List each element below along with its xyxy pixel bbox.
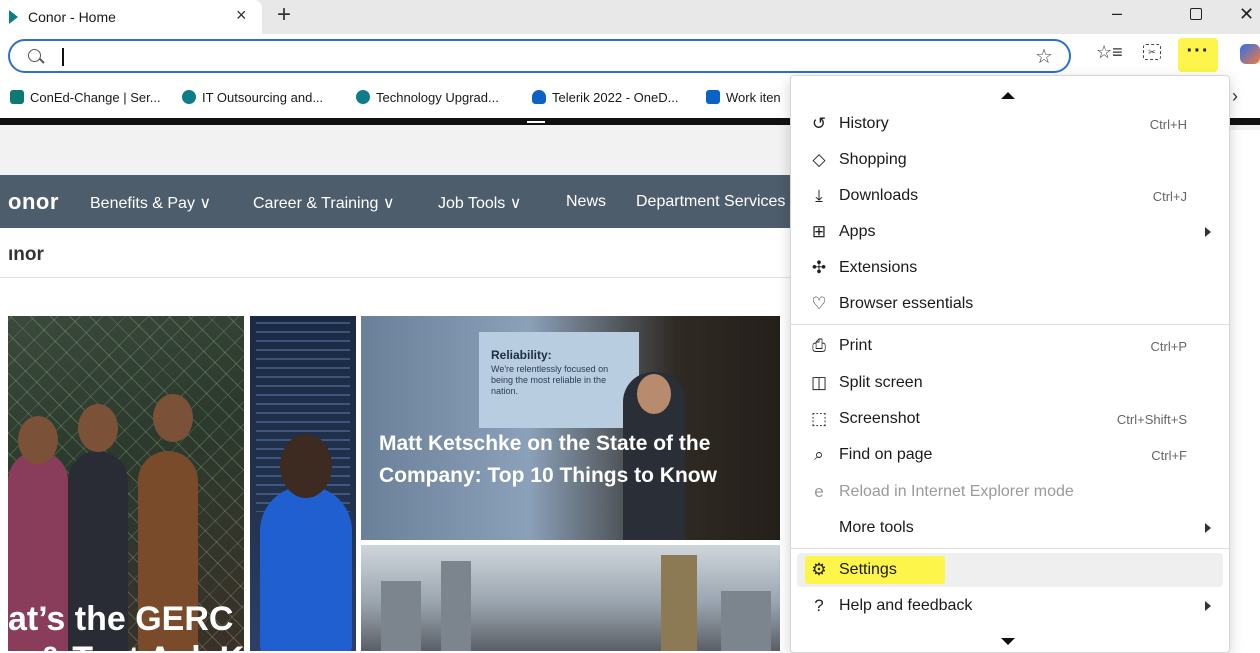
menu-item-find-on-page[interactable]: ⌕ Find on page Ctrl+F xyxy=(797,438,1223,472)
apps-icon: ⊞ xyxy=(811,222,827,241)
menu-item-browser-essentials[interactable]: ♡ Browser essentials xyxy=(797,287,1223,321)
favorite-item[interactable]: IT Outsourcing and... xyxy=(182,90,323,105)
text-caret xyxy=(62,48,64,66)
nav-department-services[interactable]: Department Services xyxy=(636,193,785,211)
menu-item-settings[interactable]: ⚙ Settings xyxy=(797,553,1223,587)
history-icon: ↺ xyxy=(811,114,827,133)
browser-tab[interactable]: Conor - Home × xyxy=(0,0,262,34)
menu-item-split-screen[interactable]: ◫ Split screen xyxy=(797,366,1223,400)
nav-career-training[interactable]: Career & Training ∨ xyxy=(253,193,395,213)
menu-item-screenshot[interactable]: ⬚ Screenshot Ctrl+Shift+S xyxy=(797,402,1223,436)
close-window-button[interactable]: ✕ xyxy=(1239,4,1254,25)
minimize-button[interactable]: – xyxy=(1112,3,1122,24)
browser-toolbar: ☆ ☆≡ ✂ ··· xyxy=(0,34,1260,80)
page-title: ınor xyxy=(8,244,44,265)
feature-card-state-of-company[interactable]: Reliability: We're relentlessly focused … xyxy=(361,316,780,540)
screenshot-icon: ⬚ xyxy=(810,409,828,428)
favorite-item[interactable]: ConEd-Change | Ser... xyxy=(10,90,161,105)
sharepoint-icon xyxy=(356,90,370,104)
submenu-arrow-icon xyxy=(1205,227,1211,237)
split-screen-icon: ◫ xyxy=(810,373,828,392)
favorite-item[interactable]: Technology Upgrad... xyxy=(356,90,499,105)
site-favicon-icon xyxy=(9,10,18,24)
menu-item-downloads[interactable]: ⤓ Downloads Ctrl+J xyxy=(797,179,1223,213)
submenu-arrow-icon xyxy=(1205,523,1211,533)
scroll-down-icon[interactable] xyxy=(1001,638,1015,645)
site-logo[interactable]: onor xyxy=(8,189,59,215)
onedrive-icon xyxy=(532,90,546,104)
gear-icon: ⚙ xyxy=(811,560,827,579)
menu-item-ie-mode: e Reload in Internet Explorer mode xyxy=(797,475,1223,509)
menu-separator xyxy=(791,548,1229,549)
azure-devops-icon xyxy=(706,90,720,104)
menu-item-extensions[interactable]: ✣ Extensions xyxy=(797,251,1223,285)
coned-icon xyxy=(10,90,24,104)
add-favorite-star-icon[interactable]: ☆ xyxy=(1035,44,1053,69)
find-icon: ⌕ xyxy=(814,445,824,464)
card-title: at’s the GERC xyxy=(8,600,234,638)
settings-and-more-button[interactable]: ··· xyxy=(1178,38,1218,72)
help-icon: ? xyxy=(814,596,824,615)
nav-benefits-pay[interactable]: Benefits & Pay ∨ xyxy=(90,193,211,213)
submenu-arrow-icon xyxy=(1205,601,1211,611)
menu-separator xyxy=(791,324,1229,325)
tab-title: Conor - Home xyxy=(28,9,116,25)
site-navigation: onor Benefits & Pay ∨ Career & Training … xyxy=(0,175,790,228)
favorites-icon[interactable]: ☆≡ xyxy=(1096,42,1123,63)
feature-card-gerc[interactable]: at’s the GERC o & Test Ask K xyxy=(8,316,244,651)
favorite-item[interactable]: Work iten xyxy=(706,90,781,105)
nav-job-tools[interactable]: Job Tools ∨ xyxy=(438,193,521,213)
restore-button[interactable] xyxy=(1190,8,1202,20)
print-icon: ⎙ xyxy=(812,336,826,355)
favorite-item[interactable]: Telerik 2022 - OneD... xyxy=(532,90,678,105)
card-title: o & Test Ask K xyxy=(8,640,244,651)
new-tab-button[interactable]: + xyxy=(277,1,291,29)
card-title: Matt Ketschke on the State of the Compan… xyxy=(379,432,717,487)
feature-card-group-photo[interactable] xyxy=(361,545,780,651)
ie-icon: e xyxy=(814,482,824,501)
menu-item-shopping[interactable]: ◇ Shopping xyxy=(797,143,1223,177)
download-icon: ⤓ xyxy=(815,186,823,205)
copilot-icon[interactable] xyxy=(1240,44,1260,64)
sharepoint-icon xyxy=(182,90,196,104)
search-icon xyxy=(28,49,41,62)
extensions-icon: ✣ xyxy=(811,258,827,277)
settings-and-more-menu: ↺ History Ctrl+H ◇ Shopping ⤓ Downloads … xyxy=(790,75,1230,653)
heartbeat-icon: ♡ xyxy=(811,294,827,313)
scroll-up-icon[interactable] xyxy=(1001,92,1015,99)
close-tab-icon[interactable]: × xyxy=(236,5,247,26)
more-dots-icon: ··· xyxy=(1186,40,1210,62)
nav-news[interactable]: News xyxy=(566,193,606,211)
divider xyxy=(0,277,790,278)
menu-item-more-tools[interactable]: More tools xyxy=(797,511,1223,545)
menu-item-print[interactable]: ⎙ Print Ctrl+P xyxy=(797,329,1223,363)
menu-item-apps[interactable]: ⊞ Apps xyxy=(797,215,1223,249)
presentation-slide: Reliability: We're relentlessly focused … xyxy=(479,332,639,428)
shopping-tag-icon: ◇ xyxy=(812,150,826,169)
menu-item-history[interactable]: ↺ History Ctrl+H xyxy=(797,107,1223,141)
menu-item-help-feedback[interactable]: ? Help and feedback xyxy=(797,589,1223,623)
chevron-right-icon[interactable]: › xyxy=(1232,86,1238,107)
screenshot-toolbar-icon[interactable]: ✂ xyxy=(1143,44,1161,60)
feature-photo[interactable] xyxy=(250,316,356,651)
title-bar: Conor - Home × + – ✕ xyxy=(0,0,1260,34)
address-bar[interactable]: ☆ xyxy=(8,39,1071,73)
